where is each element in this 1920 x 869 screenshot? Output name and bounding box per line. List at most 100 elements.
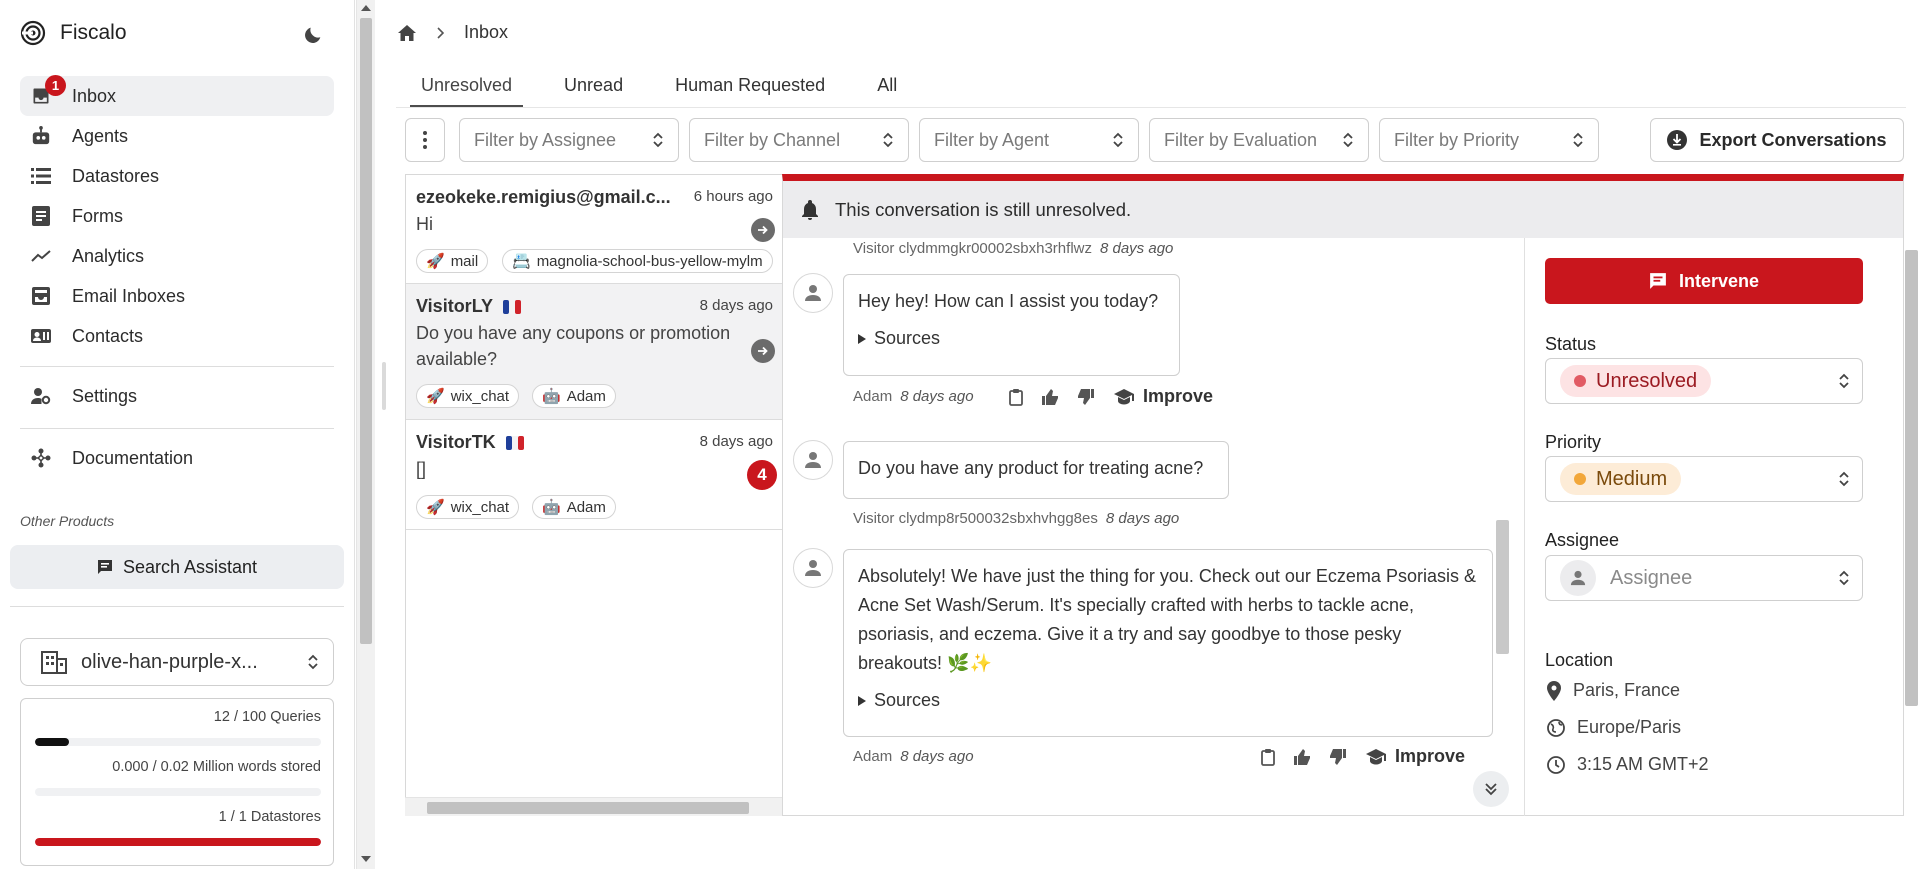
organization-name: olive-han-purple-x... bbox=[81, 650, 258, 673]
person-icon bbox=[804, 284, 822, 302]
inbox-unread-badge: 1 bbox=[45, 75, 66, 96]
assignee-select[interactable]: Assignee bbox=[1545, 555, 1863, 601]
tab-unresolved[interactable]: Unresolved bbox=[410, 62, 524, 108]
organization-select[interactable]: olive-han-purple-x... bbox=[20, 638, 334, 686]
sidebar-item-contacts[interactable]: Contacts bbox=[20, 316, 334, 356]
thumbs-down-icon[interactable] bbox=[1329, 748, 1347, 765]
improve-label: Improve bbox=[1395, 746, 1466, 766]
thumbs-up-icon[interactable] bbox=[1293, 748, 1311, 765]
inbox-tabs: Unresolved Unread Human Requested All bbox=[410, 62, 938, 108]
priority-dot bbox=[1574, 473, 1586, 485]
contact-name-text: ezeokeke.remigius@gmail.c... bbox=[416, 187, 671, 207]
brand-logo[interactable]: Fiscalo bbox=[20, 20, 127, 46]
thumbs-up-icon[interactable] bbox=[1041, 388, 1059, 405]
conversation-list-hscrollbar[interactable] bbox=[405, 797, 782, 816]
home-icon[interactable] bbox=[398, 24, 416, 41]
status-select[interactable]: Unresolved bbox=[1545, 358, 1863, 404]
school-icon bbox=[1114, 388, 1134, 404]
unresolved-banner: This conversation is still unresolved. bbox=[783, 181, 1903, 238]
more-options-button[interactable] bbox=[405, 118, 445, 162]
copy-icon[interactable] bbox=[1009, 388, 1023, 406]
list-icon bbox=[30, 165, 52, 187]
filter-priority-select[interactable]: Filter by Priority bbox=[1379, 118, 1599, 162]
timezone-value: Europe/Paris bbox=[1577, 717, 1682, 737]
sidebar-item-analytics[interactable]: Analytics bbox=[20, 236, 334, 276]
breadcrumb-current: Inbox bbox=[464, 22, 509, 42]
sidebar-item-inbox[interactable]: 1 Inbox bbox=[20, 75, 334, 116]
conversation-panel: This conversation is still unresolved. V… bbox=[782, 174, 1918, 816]
words-usage-label: 0.000 / 0.02 Million words stored bbox=[112, 759, 321, 775]
conversation-item[interactable]: VisitorTK 8 days ago [] 4 🚀 wix_chat 🤖 Ada… bbox=[406, 420, 782, 530]
priority-select[interactable]: Medium bbox=[1545, 456, 1863, 502]
double-chevron-down-icon bbox=[1484, 782, 1498, 796]
conversation-item[interactable]: VisitorLY 8 days ago Do you have any cou… bbox=[406, 284, 782, 420]
status-badge: Unresolved bbox=[1560, 365, 1712, 397]
message-meta: Adam 8 days ago bbox=[853, 748, 974, 765]
message-bubble: Absolutely! We have just the thing for y… bbox=[843, 549, 1493, 737]
message-meta: Visitor clydmmgkr00002sbxh3rhflwz 8 days … bbox=[853, 240, 1173, 257]
datastores-usage-label: 1 / 1 Datastores bbox=[218, 809, 321, 825]
filter-evaluation-select[interactable]: Filter by Evaluation bbox=[1149, 118, 1369, 162]
filter-assignee-placeholder: Filter by Assignee bbox=[474, 129, 617, 150]
filter-channel-select[interactable]: Filter by Channel bbox=[689, 118, 909, 162]
unfold-icon bbox=[1838, 372, 1850, 390]
tab-all[interactable]: All bbox=[866, 62, 908, 108]
message-scrollbar[interactable] bbox=[1493, 238, 1511, 816]
scroll-up-arrow-icon[interactable] bbox=[361, 5, 371, 11]
export-conversations-label: Export Conversations bbox=[1699, 129, 1887, 150]
scroll-down-arrow-icon[interactable] bbox=[361, 856, 371, 862]
filter-agent-select[interactable]: Filter by Agent bbox=[919, 118, 1139, 162]
sidebar-item-documentation[interactable]: Documentation bbox=[20, 438, 334, 478]
conversation-contact-name: ezeokeke.remigius@gmail.c... bbox=[416, 187, 671, 208]
agent-chip: 🤖 Adam bbox=[532, 495, 616, 519]
sidebar-item-datastores[interactable]: Datastores bbox=[20, 156, 334, 196]
sidebar-item-settings[interactable]: Settings bbox=[20, 376, 334, 416]
sidebar-resize-handle[interactable] bbox=[382, 362, 386, 410]
thumbs-down-icon[interactable] bbox=[1077, 388, 1095, 405]
sidebar-item-agents[interactable]: Agents bbox=[20, 116, 334, 156]
sidebar-scroll-thumb[interactable] bbox=[360, 18, 372, 644]
school-icon bbox=[1366, 748, 1386, 764]
filter-assignee-select[interactable]: Filter by Assignee bbox=[459, 118, 679, 162]
message-time: 8 days ago bbox=[900, 748, 974, 765]
improve-button[interactable]: Improve bbox=[1113, 386, 1213, 407]
unfold-icon bbox=[1572, 131, 1584, 149]
scroll-to-bottom-button[interactable] bbox=[1473, 771, 1509, 807]
bell-icon bbox=[801, 199, 819, 220]
details-scroll-thumb[interactable] bbox=[1905, 250, 1918, 706]
intervene-button[interactable]: Intervene bbox=[1545, 258, 1863, 304]
assignee-label: Assignee bbox=[1545, 530, 1620, 550]
usage-panel: 12 / 100 Queries 0.000 / 0.02 Million wo… bbox=[20, 698, 334, 866]
tab-unread[interactable]: Unread bbox=[553, 62, 634, 108]
conversation-contact-name: VisitorLY bbox=[416, 296, 522, 317]
conversation-preview: [] bbox=[416, 459, 427, 479]
conversation-item[interactable]: ezeokeke.remigius@gmail.c... 6 hours ago… bbox=[406, 175, 782, 284]
chip-label: magnolia-school-bus-yellow-mylm bbox=[536, 252, 763, 270]
message-meta: Visitor clydmp8r500032sbxhvhgg8es 8 days … bbox=[853, 510, 1179, 527]
sidebar: Fiscalo 1 Inbox Agents Datastores Forms … bbox=[0, 0, 355, 869]
unfold-icon bbox=[882, 131, 894, 149]
dark-mode-toggle[interactable] bbox=[302, 24, 324, 46]
message-text: Do you have any product for treating acn… bbox=[858, 458, 1204, 478]
export-conversations-button[interactable]: Export Conversations bbox=[1650, 118, 1904, 162]
details-scrollbar[interactable] bbox=[1903, 238, 1920, 816]
settings-nav: Settings bbox=[20, 376, 334, 416]
queries-usage-label: 12 / 100 Queries bbox=[213, 709, 321, 725]
copy-icon[interactable] bbox=[1261, 748, 1275, 766]
arrow-right-circle-icon bbox=[751, 218, 775, 242]
caret-right-icon bbox=[858, 695, 866, 706]
message-scroll-thumb[interactable] bbox=[1496, 520, 1509, 654]
conversation-list: ezeokeke.remigius@gmail.c... 6 hours ago… bbox=[405, 174, 782, 816]
sidebar-scrollbar[interactable] bbox=[356, 0, 375, 869]
chat-icon bbox=[97, 559, 113, 575]
tab-human-requested[interactable]: Human Requested bbox=[664, 62, 836, 108]
improve-button[interactable]: Improve bbox=[1365, 746, 1465, 767]
conversation-preview: Hi bbox=[416, 214, 433, 234]
sources-toggle[interactable]: Sources bbox=[858, 324, 1165, 353]
sidebar-item-forms[interactable]: Forms bbox=[20, 196, 334, 236]
search-assistant-button[interactable]: Search Assistant bbox=[10, 545, 344, 589]
sidebar-item-email-inboxes[interactable]: Email Inboxes bbox=[20, 276, 334, 316]
hscroll-thumb[interactable] bbox=[427, 802, 749, 814]
filter-evaluation-placeholder: Filter by Evaluation bbox=[1164, 129, 1318, 150]
sources-toggle[interactable]: Sources bbox=[858, 686, 1478, 715]
